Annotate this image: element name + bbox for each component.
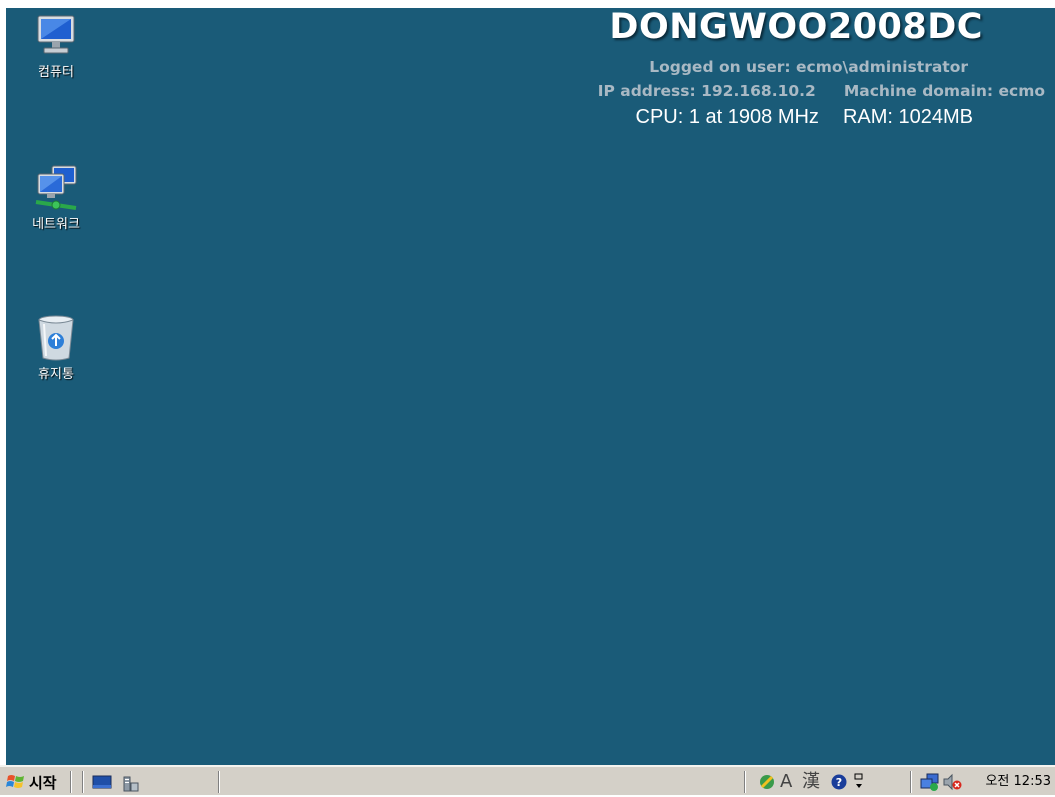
desktop-icon-label: 네트워크: [32, 217, 80, 232]
ip-address: IP address: 192.168.10.2: [597, 82, 816, 100]
desktop-icon-computer[interactable]: 컴퓨터: [16, 12, 96, 80]
bginfo-panel: DONGWOO2008DC Logged on user: ecmo\admin…: [598, 7, 1045, 131]
options-icon[interactable]: [854, 771, 864, 797]
network-info-line: IP address: 192.168.10.2 Machine domain: …: [598, 79, 1045, 103]
desktop-icon-label: 컴퓨터: [38, 65, 74, 80]
network-icon: [32, 164, 80, 212]
help-icon[interactable]: ?: [830, 771, 848, 797]
notification-area: [918, 771, 968, 793]
recycle-bin-icon: [32, 314, 80, 362]
taskbar: 시작 A 漢 ? 오전 12:53: [0, 765, 1055, 795]
taskbar-separator: [910, 771, 912, 793]
desktop-icon-recycle-bin[interactable]: 휴지통: [16, 314, 96, 382]
machine-domain: Machine domain: ecmo: [843, 82, 1045, 100]
ram-info: RAM: 1024MB: [842, 106, 973, 128]
svg-text:?: ?: [836, 776, 842, 789]
language-bar: A 漢 ?: [756, 771, 896, 793]
desktop[interactable]: 컴퓨터 네트워크 휴지통 DONGWOO2008DC Logged on use…: [6, 7, 1055, 765]
logged-on-user: Logged on user: ecmo\administrator: [649, 58, 968, 76]
taskbar-separator: [82, 771, 84, 793]
taskbar-separator: [70, 771, 72, 793]
desktop-icon-network[interactable]: 네트워크: [16, 164, 96, 232]
taskbar-separator: [218, 771, 220, 793]
computer-icon: [32, 12, 80, 60]
hostname: DONGWOO2008DC: [609, 7, 983, 47]
volume-muted-icon[interactable]: [942, 771, 962, 797]
start-label: 시작: [29, 773, 57, 792]
show-desktop-icon[interactable]: [92, 775, 112, 795]
start-button[interactable]: 시작: [6, 770, 57, 794]
server-manager-icon[interactable]: [122, 775, 140, 797]
hardware-info-line: CPU: 1 at 1908 MHz RAM: 1024MB: [598, 103, 1045, 131]
cpu-info: CPU: 1 at 1908 MHz: [635, 106, 819, 128]
text-mode-icon[interactable]: A: [780, 771, 792, 793]
taskbar-separator: [744, 771, 746, 793]
network-status-icon[interactable]: [920, 771, 940, 797]
language-bar-icon[interactable]: [758, 771, 776, 797]
hanja-icon[interactable]: 漢: [802, 771, 820, 793]
clock[interactable]: 오전 12:53: [985, 771, 1051, 793]
desktop-icon-label: 휴지통: [38, 367, 74, 382]
windows-logo-icon: [6, 773, 26, 791]
